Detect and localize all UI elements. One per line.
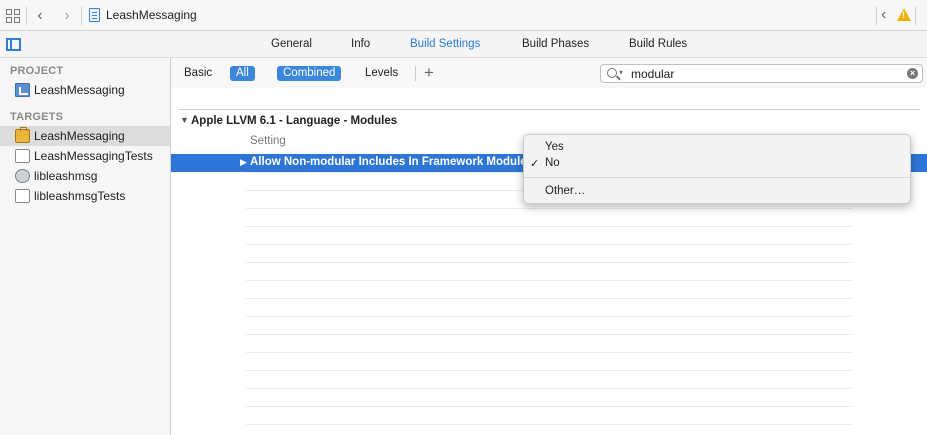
build-settings-toolbar: Basic All Combined Levels + ▾ modular ×	[171, 58, 927, 88]
jump-bar-divider	[876, 7, 877, 25]
tab-build-phases[interactable]: Build Phases	[522, 38, 589, 50]
sidebar-item-target[interactable]: libleashmsg	[0, 166, 170, 186]
forward-chevron-icon[interactable]: ›	[60, 7, 74, 24]
sidebar-item-label: LeashMessaging	[34, 129, 125, 143]
tab-general[interactable]: General	[271, 38, 312, 50]
filter-all-button[interactable]: All	[230, 66, 255, 81]
sidebar-item-project[interactable]: LeashMessaging	[0, 80, 170, 100]
issue-navigator-chevron-icon[interactable]: ‹	[881, 6, 886, 24]
checkmark-icon: ✓	[530, 158, 540, 170]
menu-item-label: Yes	[545, 141, 564, 153]
sidebar-item-label: libleashmsgTests	[34, 189, 126, 203]
warning-icon[interactable]: !	[897, 8, 911, 21]
menu-item-no[interactable]: ✓ No	[524, 156, 910, 172]
library-target-icon	[15, 169, 30, 183]
clear-search-icon[interactable]: ×	[907, 68, 918, 79]
table-top-divider	[179, 109, 920, 110]
targets-section-header: TARGETS	[10, 111, 64, 123]
menu-item-other[interactable]: Other…	[524, 184, 910, 200]
sidebar-item-target[interactable]: LeashMessagingTests	[0, 146, 170, 166]
jump-bar: ‹ › LeashMessaging ‹ !	[0, 0, 927, 31]
bundle-target-icon	[15, 149, 30, 163]
project-file-icon	[89, 8, 100, 22]
tab-build-settings[interactable]: Build Settings	[410, 38, 480, 50]
project-targets-sidebar: PROJECT LeashMessaging TARGETS LeashMess…	[0, 58, 171, 435]
search-input[interactable]: modular	[631, 67, 674, 81]
show-targets-panel-icon[interactable]	[6, 38, 21, 51]
section-disclosure-triangle-icon[interactable]: ▼	[180, 115, 189, 125]
tab-info[interactable]: Info	[351, 38, 370, 50]
search-icon[interactable]	[607, 68, 617, 78]
warning-glyph: !	[902, 10, 905, 20]
jump-bar-divider	[915, 7, 916, 25]
back-chevron-icon[interactable]: ‹	[33, 7, 47, 24]
jump-bar-title[interactable]: LeashMessaging	[106, 8, 197, 22]
toolbar-divider	[415, 66, 416, 81]
jump-bar-divider	[26, 7, 27, 25]
sidebar-item-label: libleashmsg	[34, 169, 98, 183]
section-title[interactable]: Apple LLVM 6.1 - Language - Modules	[191, 115, 397, 127]
empty-table-rows	[246, 172, 852, 435]
menu-item-label: Other…	[545, 185, 586, 197]
view-combined-button[interactable]: Combined	[277, 66, 342, 81]
search-field[interactable]: ▾ modular ×	[600, 64, 923, 83]
value-popup-menu: Yes ✓ No Other…	[523, 134, 911, 204]
add-setting-plus-icon[interactable]: +	[424, 63, 434, 83]
sidebar-item-label: LeashMessaging	[34, 83, 125, 97]
jump-bar-divider	[81, 7, 82, 25]
xcode-project-icon	[15, 83, 30, 97]
setting-name: Allow Non-modular Includes In Framework …	[250, 156, 524, 168]
sidebar-item-label: LeashMessagingTests	[34, 149, 153, 163]
menu-item-yes[interactable]: Yes	[524, 140, 910, 156]
editor-tab-bar: General Info Build Settings Build Phases…	[0, 31, 927, 58]
filter-basic-button[interactable]: Basic	[178, 66, 218, 81]
row-disclosure-triangle-icon[interactable]: ▶	[240, 157, 247, 168]
related-items-grid-icon[interactable]	[5, 8, 21, 24]
view-levels-button[interactable]: Levels	[359, 66, 404, 81]
bundle-target-icon	[15, 189, 30, 203]
sidebar-item-target[interactable]: libleashmsgTests	[0, 186, 170, 206]
menu-separator	[524, 177, 910, 178]
sidebar-item-target[interactable]: LeashMessaging	[0, 126, 170, 146]
project-section-header: PROJECT	[10, 65, 64, 77]
tab-build-rules[interactable]: Build Rules	[629, 38, 687, 50]
column-header-setting: Setting	[250, 135, 286, 147]
menu-item-label: No	[545, 157, 560, 169]
app-target-icon	[15, 127, 30, 143]
search-options-chevron-icon[interactable]: ▾	[619, 68, 623, 77]
